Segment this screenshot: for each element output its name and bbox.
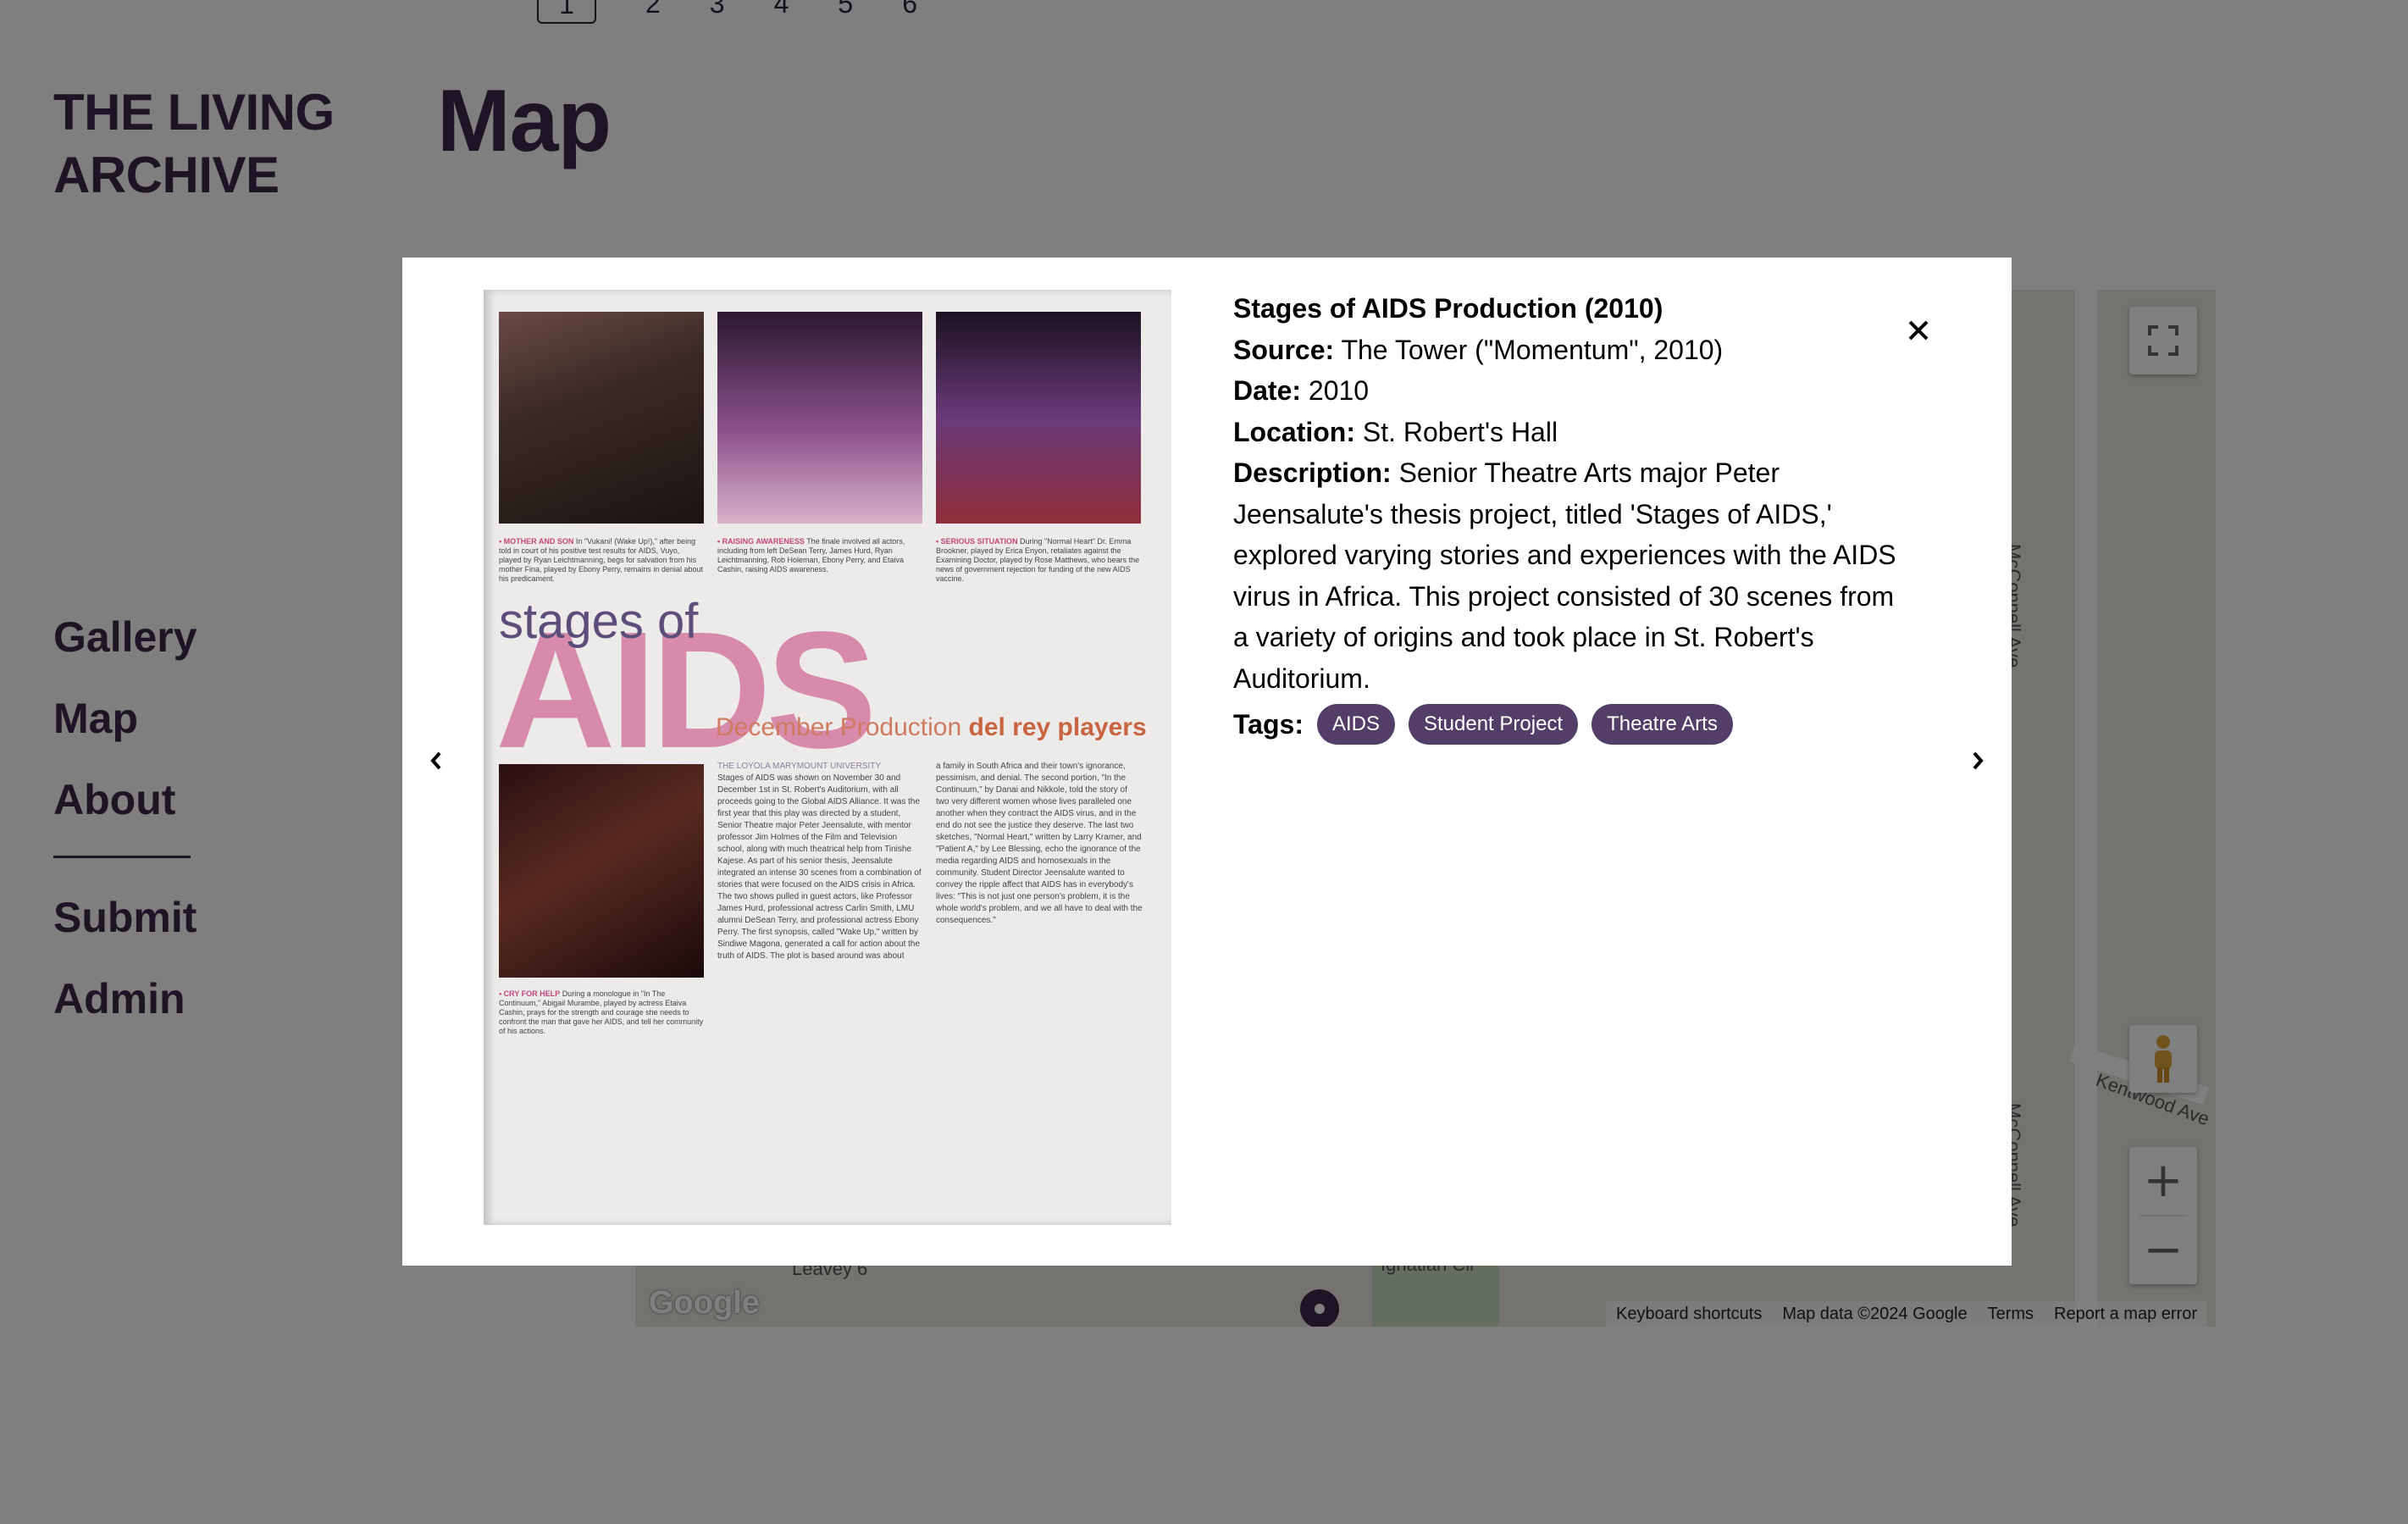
tag-chip[interactable]: Theatre Arts — [1591, 704, 1733, 745]
chevron-left-icon — [430, 751, 441, 770]
close-icon — [1908, 320, 1929, 341]
item-date: Date: 2010 — [1233, 375, 1370, 406]
item-description: Description: Senior Theatre Arts major P… — [1233, 457, 1896, 694]
photo-caption: • CRY FOR HELP During a monologue in "In… — [499, 989, 704, 1035]
next-button[interactable] — [1961, 744, 1995, 778]
item-image: • MOTHER AND SON In "Vukani! (Wake Up!),… — [484, 290, 1171, 1225]
photo-caption: • SERIOUS SITUATION During "Normal Heart… — [936, 537, 1140, 583]
magazine-column: THE LOYOLA MARYMOUNT UNIVERSITY Stages o… — [717, 762, 922, 961]
item-source: Source: The Tower ("Momentum", 2010) — [1233, 334, 1724, 365]
magazine-kicker: stages of — [499, 594, 699, 649]
tag-chip[interactable]: AIDS — [1316, 704, 1395, 745]
tag-chip[interactable]: Student Project — [1408, 704, 1579, 745]
close-button[interactable] — [1901, 313, 1935, 347]
chevron-right-icon — [1973, 751, 1984, 770]
magazine-column: a family in South Africa and their town'… — [936, 762, 1143, 925]
magazine-photo — [717, 312, 922, 524]
magazine-photo — [499, 312, 704, 524]
magazine-photo — [499, 764, 704, 978]
magazine-subtitle: December Production del rey players — [716, 713, 1147, 741]
photo-caption: • MOTHER AND SON In "Vukani! (Wake Up!),… — [499, 537, 703, 583]
item-tags: Tags: AIDS Student Project Theatre Arts — [1233, 704, 1902, 745]
item-modal: • MOTHER AND SON In "Vukani! (Wake Up!),… — [402, 258, 2012, 1266]
magazine-photo — [936, 312, 1141, 524]
previous-button[interactable] — [419, 744, 453, 778]
item-title: Stages of AIDS Production (2010) — [1233, 293, 1663, 324]
item-location: Location: St. Robert's Hall — [1233, 416, 1558, 447]
photo-caption: • RAISING AWARENESS The finale involved … — [717, 537, 905, 574]
item-details: Stages of AIDS Production (2010) Source:… — [1233, 288, 1902, 745]
